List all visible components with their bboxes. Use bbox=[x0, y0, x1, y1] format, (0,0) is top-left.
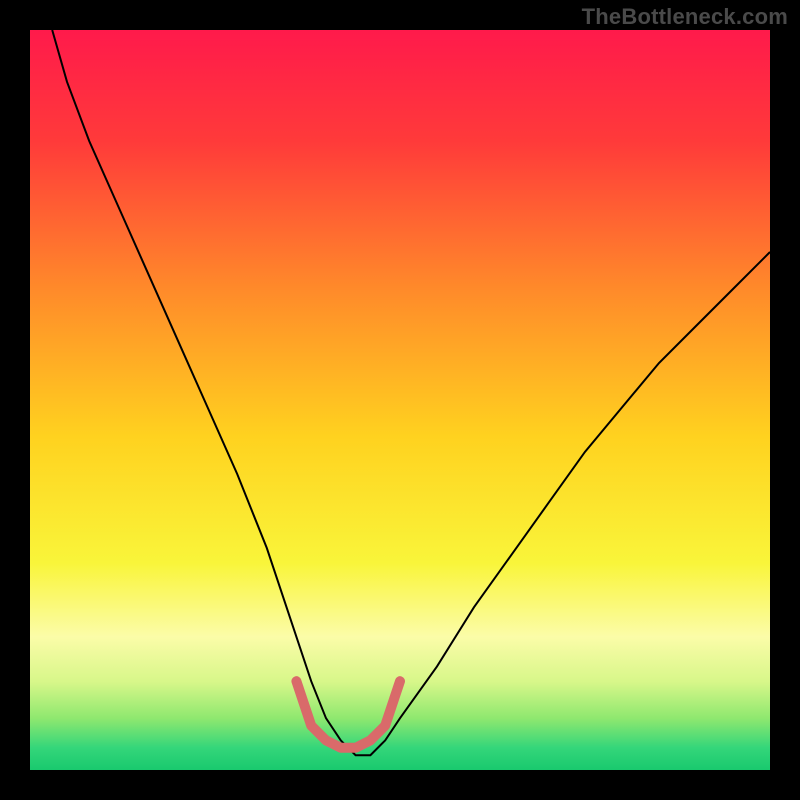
bottleneck-chart bbox=[0, 0, 800, 800]
chart-container: TheBottleneck.com bbox=[0, 0, 800, 800]
plot-background bbox=[30, 30, 770, 770]
watermark-text: TheBottleneck.com bbox=[582, 4, 788, 30]
